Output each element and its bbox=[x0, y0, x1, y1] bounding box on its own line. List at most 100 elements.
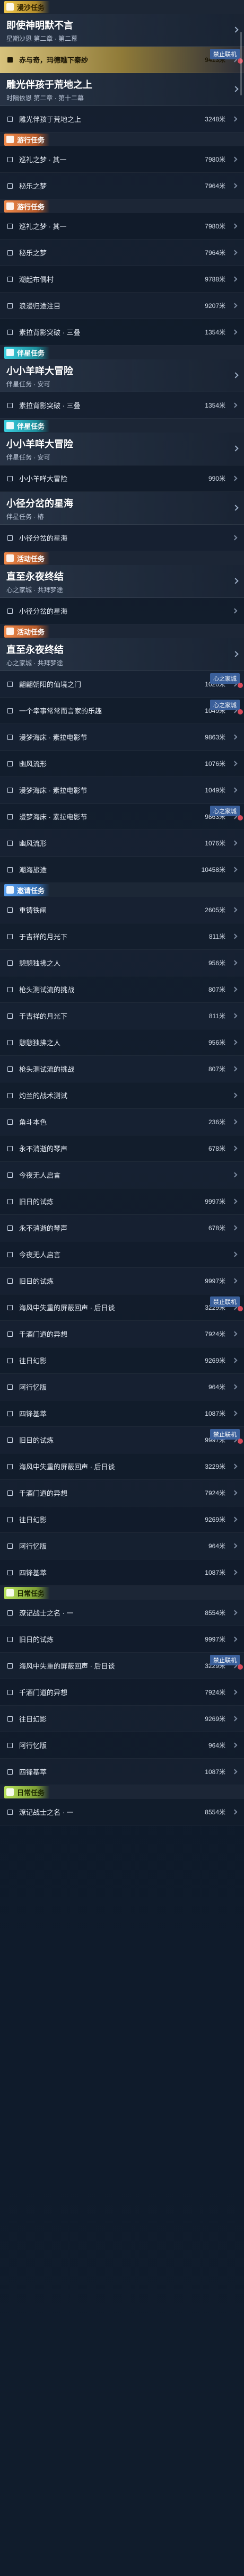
quest-row[interactable]: 阿行忆版 964米 bbox=[0, 1533, 244, 1559]
quest-group-header[interactable]: 直至永夜终结 心之家城 · 共拜梦途 bbox=[0, 638, 244, 671]
quest-row[interactable]: 秘乐之梦 7964米 bbox=[0, 173, 244, 199]
chevron-right-icon bbox=[232, 535, 238, 541]
quest-row[interactable]: 旧日的试炼 9997米 bbox=[0, 1268, 244, 1294]
quest-row[interactable]: 千酒门道的异想 7924米 bbox=[0, 1679, 244, 1706]
quest-row[interactable]: 秘乐之梦 7964米 bbox=[0, 240, 244, 266]
quest-row[interactable]: 漫梦海床 · 素拉电影节 1049米 bbox=[0, 777, 244, 804]
diamond-icon bbox=[7, 1716, 13, 1722]
quest-group-header[interactable]: 小小羊咩大冒险 伴星任务 · 安可 bbox=[0, 359, 244, 392]
quest-row[interactable]: 海风中失重的屏蔽回声 · 后日谈 3229米 bbox=[0, 1453, 244, 1480]
quest-row[interactable]: 往日幻影 9269米 bbox=[0, 1347, 244, 1374]
diamond-icon bbox=[7, 734, 13, 740]
quest-row[interactable]: 幽风流形 1076米 bbox=[0, 830, 244, 857]
quest-row[interactable]: 雕光伴孩于荒地之上 3248米 bbox=[0, 106, 244, 133]
chevron-right-icon bbox=[232, 1278, 238, 1284]
quest-name: 四锋基萃 bbox=[19, 1569, 47, 1577]
quest-name: 海风中失重的屏蔽回声 · 后日谈 bbox=[19, 1304, 115, 1312]
diamond-icon bbox=[7, 250, 13, 255]
quest-row[interactable]: 于吉祥的月光下 811米 bbox=[0, 1003, 244, 1029]
quest-distance: 678米 bbox=[208, 1224, 225, 1232]
quest-row[interactable]: 小径分岔的星海 bbox=[0, 525, 244, 551]
quest-name: 漫梦海床 · 素拉电影节 bbox=[19, 734, 88, 742]
quest-row[interactable]: 角斗本色 236米 bbox=[0, 1109, 244, 1135]
quest-row[interactable]: 小小羊咩大冒险 990米 bbox=[0, 465, 244, 492]
quest-row[interactable]: 永不消逝的琴声 678米 bbox=[0, 1135, 244, 1162]
quest-group-subtitle: 心之家城 · 共拜梦途 bbox=[6, 586, 63, 594]
quest-row[interactable]: 海风中失重的屏蔽回声 · 后日谈 3229米 禁止联机 bbox=[0, 1653, 244, 1679]
quest-group-title: 小小羊咩大冒险 bbox=[6, 366, 73, 376]
quest-row[interactable]: 巡礼之梦 · 其一 7980米 bbox=[0, 146, 244, 173]
quest-group-header[interactable]: 即使神明默不言 星期沙恩 第二章 · 第二幕 bbox=[0, 14, 244, 47]
quest-group-header[interactable]: 小小羊咩大冒险 伴星任务 · 安可 bbox=[0, 433, 244, 465]
section-icon bbox=[6, 136, 14, 143]
quest-row[interactable]: 四锋基萃 1087米 bbox=[0, 1559, 244, 1586]
quest-row[interactable]: 憩憩独拂之人 956米 bbox=[0, 950, 244, 976]
quest-row[interactable]: 于吉祥的月光下 811米 bbox=[0, 923, 244, 950]
diamond-icon bbox=[7, 475, 13, 481]
quest-row[interactable]: 素拉背影突破 · 三叠 1354米 bbox=[0, 319, 244, 346]
chevron-right-icon bbox=[232, 250, 238, 255]
quest-row[interactable]: 千酒门道的异想 7924米 bbox=[0, 1321, 244, 1347]
quest-row[interactable]: 憩憩独拂之人 956米 bbox=[0, 1029, 244, 1056]
quest-row[interactable]: 浪漫归途注目 9207米 bbox=[0, 293, 244, 319]
chevron-right-icon bbox=[232, 1689, 238, 1695]
quest-row[interactable]: 巡礼之梦 · 其一 7980米 bbox=[0, 213, 244, 240]
quest-group-title: 直至永夜终结 bbox=[6, 571, 64, 582]
chevron-right-icon bbox=[232, 1145, 238, 1151]
diamond-icon bbox=[7, 1384, 13, 1390]
quest-row[interactable]: 素拉背影突破 · 三叠 1354米 bbox=[0, 392, 244, 419]
quest-group-header[interactable]: 直至永夜终结 心之家城 · 共拜梦途 bbox=[0, 565, 244, 598]
quest-row[interactable]: 阿行忆版 964米 bbox=[0, 1374, 244, 1400]
chevron-right-icon bbox=[232, 986, 238, 992]
quest-name: 一个幸事常常而言家的乐趣 bbox=[19, 707, 102, 715]
quest-name: 永不消逝的琴声 bbox=[19, 1224, 68, 1232]
quest-distance: 7924米 bbox=[205, 1489, 225, 1497]
quest-row[interactable]: 枪头测试流的挑战 807米 bbox=[0, 1056, 244, 1082]
quest-row[interactable]: 潮起布偶村 9788米 bbox=[0, 266, 244, 293]
quest-row[interactable]: 灼兰的战术测试 bbox=[0, 1082, 244, 1109]
quest-row[interactable]: 往日幻影 9269米 bbox=[0, 1506, 244, 1533]
quest-distance: 1354米 bbox=[205, 329, 225, 336]
section-tag: 邀请任务 bbox=[4, 884, 50, 896]
quest-row[interactable]: 潦记战士之名 · 一 8554米 bbox=[0, 1799, 244, 1825]
mission-list-screen: 漫沙任务 即使神明默不言 星期沙恩 第二章 · 第二幕 赤与奇，玛德瞧下秦纱 9413米… bbox=[0, 0, 244, 2576]
quest-name: 往日幻影 bbox=[19, 1516, 47, 1524]
quest-row[interactable]: 永不消逝的琴声 678米 bbox=[0, 1215, 244, 1241]
quest-row[interactable]: 漫梦海床 · 素拉电影节 9863米 心之家城 bbox=[0, 804, 244, 830]
section-icon bbox=[6, 3, 14, 11]
chevron-right-icon bbox=[232, 402, 238, 408]
quest-row[interactable]: 今夜无人启言 bbox=[0, 1241, 244, 1268]
quest-row[interactable]: 赤与奇，玛德瞧下秦纱 9413米 禁止联机 bbox=[0, 47, 244, 73]
diamond-icon bbox=[7, 1092, 13, 1098]
quest-row[interactable]: 今夜无人启言 bbox=[0, 1162, 244, 1188]
quest-row[interactable]: 潮海旅途 10458米 bbox=[0, 857, 244, 883]
quest-row[interactable]: 四锋基萃 1087米 bbox=[0, 1400, 244, 1427]
section-label: 邀请任务 bbox=[17, 886, 45, 895]
diamond-icon bbox=[7, 708, 13, 713]
quest-row[interactable]: 小径分岔的星海 bbox=[0, 598, 244, 624]
quest-row[interactable]: 海风中失重的屏蔽回声 · 后日谈 3229米 禁止联机 bbox=[0, 1294, 244, 1321]
quest-row[interactable]: 旧日的试炼 9997米 禁止联机 bbox=[0, 1427, 244, 1453]
quest-row[interactable]: 旧日的试炼 9997米 bbox=[0, 1626, 244, 1653]
quest-row[interactable]: 千酒门道的异想 7924米 bbox=[0, 1480, 244, 1506]
quest-row[interactable]: 幽风流形 1076米 bbox=[0, 751, 244, 777]
diamond-icon bbox=[7, 814, 13, 819]
quest-row[interactable]: 潦记战士之名 · 一 8554米 bbox=[0, 1600, 244, 1626]
quest-group-header[interactable]: 雕光伴孩于荒地之上 时隔依恩 第二章 · 第十二幕 bbox=[0, 73, 244, 106]
quest-group-header[interactable]: 小径分岔的星海 伴星任务 · 椿 bbox=[0, 492, 244, 525]
quest-row[interactable]: 枪头测试流的挑战 807米 bbox=[0, 976, 244, 1003]
quest-row[interactable]: 旧日的试炼 9997米 bbox=[0, 1188, 244, 1215]
section-icon bbox=[6, 349, 14, 356]
quest-row[interactable]: 四锋基萃 1087米 bbox=[0, 1759, 244, 1785]
quest-row[interactable]: 一个幸事常常而言家的乐趣 1049米 心之家城 bbox=[0, 698, 244, 724]
mission-list[interactable]: 漫沙任务 即使神明默不言 星期沙恩 第二章 · 第二幕 赤与奇，玛德瞧下秦纱 9413米… bbox=[0, 0, 244, 1825]
quest-row[interactable]: 阿行忆版 964米 bbox=[0, 1732, 244, 1759]
section-icon bbox=[6, 554, 14, 562]
quest-row[interactable]: 漫梦海床 · 素拉电影节 9863米 bbox=[0, 724, 244, 751]
quest-name: 灼兰的战术测试 bbox=[19, 1092, 68, 1100]
quest-row[interactable]: 重铸铁闸 2605米 bbox=[0, 897, 244, 923]
section-label: 活动任务 bbox=[17, 554, 45, 563]
quest-row[interactable]: 往日幻影 9269米 bbox=[0, 1706, 244, 1732]
quest-row[interactable]: 翩翩朝阳的仙境之门 1020米 心之家城 bbox=[0, 671, 244, 698]
scrollbar[interactable] bbox=[240, 32, 242, 95]
